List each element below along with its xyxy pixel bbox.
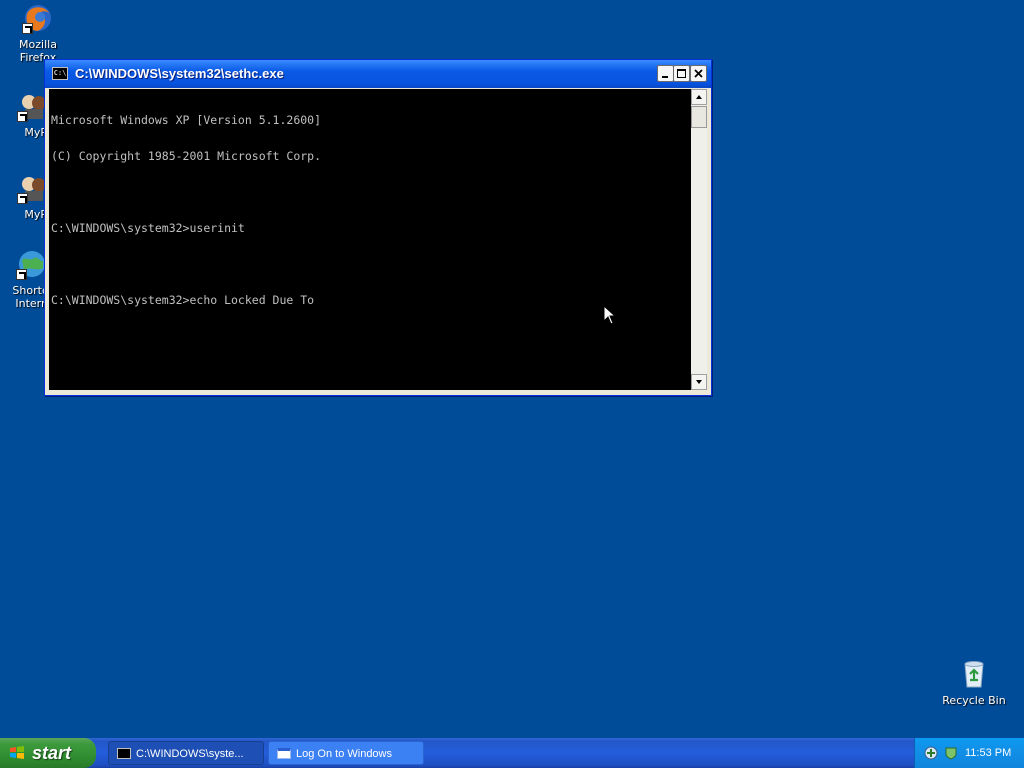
maximize-button[interactable] — [673, 65, 690, 82]
taskbar: start C:\WINDOWS\syste... Log On to Wind… — [0, 738, 1024, 768]
window-icon — [277, 748, 291, 759]
scroll-thumb[interactable] — [691, 106, 707, 128]
task-label: C:\WINDOWS\syste... — [136, 748, 244, 760]
console-output[interactable]: Microsoft Windows XP [Version 5.1.2600] … — [49, 89, 691, 390]
console-icon — [117, 748, 131, 759]
desktop-icon-label: Recycle Bin — [942, 694, 1006, 707]
desktop-icon-myp-1[interactable]: MyP — [0, 90, 47, 139]
shortcut-arrow-icon — [16, 269, 27, 280]
desktop-icon-shortcut-internet[interactable]: Shortc Intern — [0, 248, 48, 310]
console-line: C:\WINDOWS\system32>echo Locked Due To — [51, 293, 315, 307]
vertical-scrollbar[interactable] — [691, 89, 707, 390]
firefox-icon — [22, 2, 54, 34]
desktop-icon-label: Shortc Intern — [12, 284, 48, 310]
scroll-down-button[interactable] — [691, 374, 707, 390]
scroll-up-button[interactable] — [691, 89, 707, 105]
shortcut-arrow-icon — [22, 23, 33, 34]
start-label: start — [32, 743, 72, 763]
task-label: Log On to Windows — [296, 748, 392, 760]
window-titlebar[interactable]: C:\ C:\WINDOWS\system32\sethc.exe — [45, 60, 711, 88]
clock[interactable]: 11:53 PM — [965, 738, 1011, 768]
mypc-icon — [17, 172, 47, 204]
mypc-icon — [17, 90, 47, 122]
close-button[interactable] — [690, 65, 707, 82]
close-icon — [694, 69, 703, 78]
desktop-icon-recycle-bin[interactable]: Recycle Bin — [936, 658, 1012, 707]
taskbar-button-logon[interactable]: Log On to Windows — [268, 741, 424, 765]
console-line: Microsoft Windows XP [Version 5.1.2600] — [51, 113, 322, 127]
windows-logo-icon — [10, 746, 24, 759]
security-icon[interactable] — [943, 745, 959, 761]
window-title: C:\WINDOWS\system32\sethc.exe — [75, 66, 284, 81]
shortcut-arrow-icon — [17, 193, 28, 204]
desktop-icon-myp-2[interactable]: MyP — [0, 172, 47, 221]
shortcut-arrow-icon — [17, 111, 28, 122]
start-button[interactable]: start — [0, 738, 96, 768]
system-tray: 11:53 PM — [914, 738, 1024, 768]
taskbar-button-console[interactable]: C:\WINDOWS\syste... — [108, 741, 264, 765]
desktop-icon-firefox[interactable]: Mozilla Firefox — [0, 2, 76, 64]
network-icon[interactable] — [923, 745, 939, 761]
recycle-bin-icon — [958, 658, 990, 690]
minimize-button[interactable] — [657, 65, 674, 82]
console-icon: C:\ — [52, 67, 68, 80]
console-window[interactable]: C:\ C:\WINDOWS\system32\sethc.exe Micros… — [44, 59, 712, 396]
console-line: C:\WINDOWS\system32>userinit — [51, 221, 245, 235]
console-line: (C) Copyright 1985-2001 Microsoft Corp. — [51, 149, 322, 163]
mouse-pointer-icon — [603, 305, 616, 325]
